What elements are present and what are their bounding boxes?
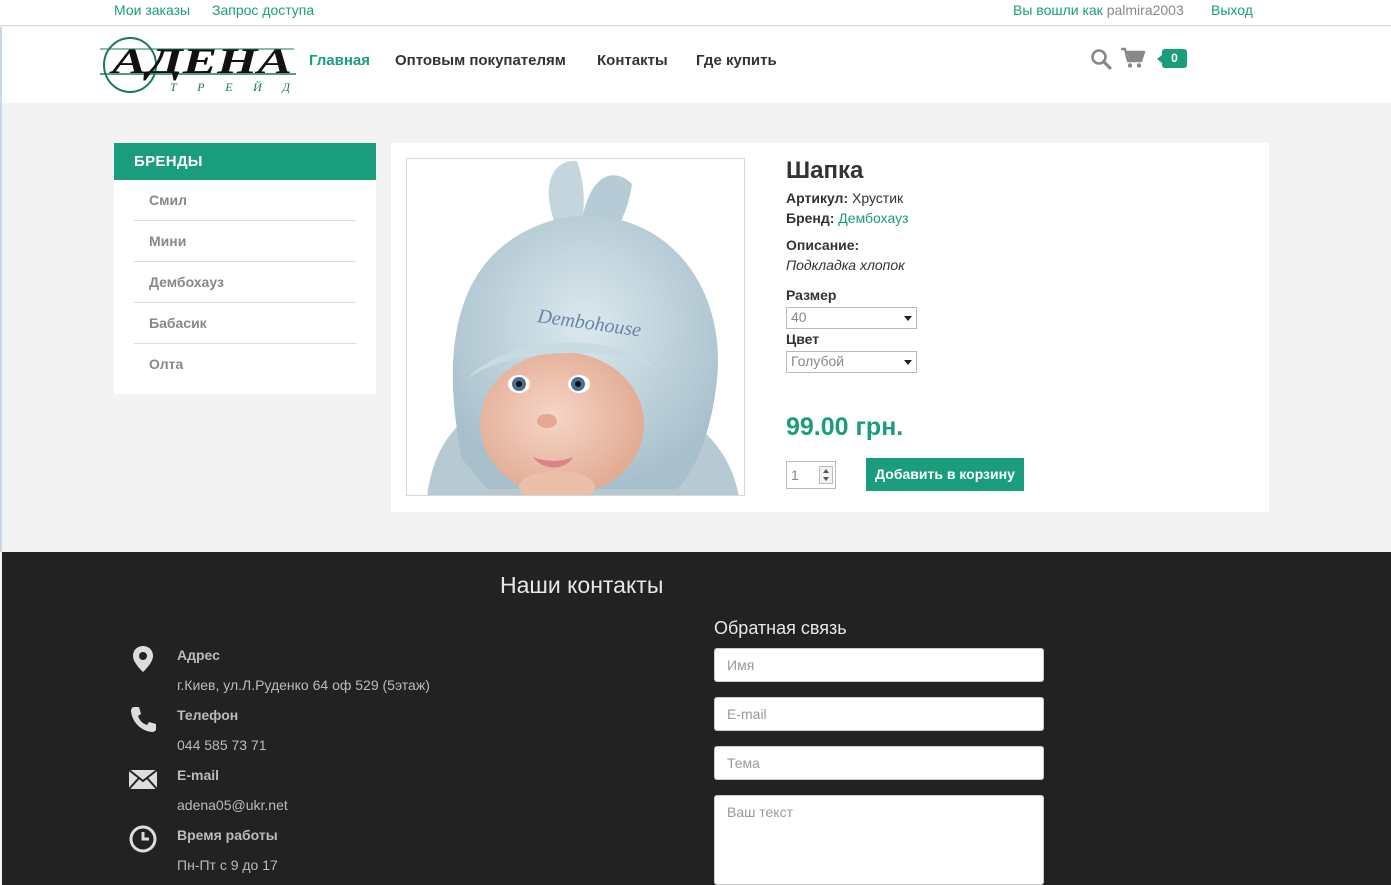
brands-sidebar: БРЕНДЫ Смил Мини Дембохауз Бабасик Олта: [114, 143, 376, 394]
phone-label: Телефон: [177, 707, 239, 723]
my-orders-link[interactable]: Мои заказы: [114, 2, 190, 18]
phone-value: 044 585 73 71: [177, 737, 267, 753]
page-edge: [0, 27, 2, 552]
product-photo[interactable]: Dembohouse: [406, 158, 745, 496]
clock-icon: [128, 824, 158, 854]
size-label: Размер: [786, 287, 837, 303]
brand-label: Бренд:: [786, 210, 835, 226]
chevron-down-icon: [904, 316, 912, 321]
username: palmira2003: [1106, 2, 1184, 18]
svg-text:АДЕНА: АДЕНА: [109, 41, 292, 81]
hours-value: Пн-Пт с 9 до 17: [177, 857, 278, 873]
email-label: E-mail: [177, 767, 220, 783]
email-value: adena05@ukr.net: [177, 797, 288, 813]
logout-link[interactable]: Выход: [1211, 2, 1253, 18]
article-label: Артикул:: [786, 190, 849, 206]
color-select[interactable]: Голубой: [786, 351, 917, 373]
phone-icon: [128, 704, 158, 734]
description-label: Описание:: [786, 237, 860, 253]
email-field[interactable]: E-mail: [714, 697, 1044, 731]
brand-item-smil[interactable]: Смил: [134, 180, 356, 221]
nav-home[interactable]: Главная: [309, 52, 370, 69]
feedback-title: Обратная связь: [714, 618, 847, 638]
nav-wholesale[interactable]: Оптовым покупателям: [395, 52, 566, 69]
name-field[interactable]: Имя: [714, 648, 1044, 682]
logged-in-status: Вы вошли как palmira2003: [1013, 2, 1184, 18]
brand-item-olta[interactable]: Олта: [134, 344, 356, 385]
brand-item-babasik[interactable]: Бабасик: [134, 303, 356, 344]
size-value: 40: [791, 309, 807, 325]
access-request-link[interactable]: Запрос доступа: [212, 2, 314, 18]
product-description: Подкладка хлопок: [786, 257, 905, 273]
product-title: Шапка: [786, 157, 864, 184]
quantity-spin-buttons[interactable]: [819, 466, 833, 484]
size-select[interactable]: 40: [786, 307, 917, 329]
top-bar: Мои заказы Запрос доступа Вы вошли как p…: [0, 0, 1391, 26]
cart-count-badge[interactable]: 0: [1157, 49, 1187, 68]
address-value: г.Киев, ул.Л.Руденко 64 оф 529 (5этаж): [177, 677, 430, 693]
product-price: 99.00 грн.: [786, 413, 904, 441]
product-card: Dembohouse Шапка Артикул: Хрустик Бренд:…: [391, 143, 1269, 512]
site-logo[interactable]: АДЕНА Т Р Е Й Д: [100, 35, 296, 95]
product-article: Артикул: Хрустик: [786, 190, 903, 206]
site-header: АДЕНА Т Р Е Й Д Главная Оптовым покупате…: [2, 27, 1391, 103]
quantity-value: 1: [791, 467, 799, 483]
article-value: Хрустик: [852, 190, 904, 206]
logged-in-prefix: Вы вошли как: [1013, 2, 1103, 18]
quantity-stepper[interactable]: 1: [786, 461, 836, 489]
subject-field[interactable]: Тема: [714, 746, 1044, 780]
search-icon[interactable]: [1090, 48, 1112, 70]
nav-contacts[interactable]: Контакты: [597, 52, 668, 69]
brand-item-dembohaus[interactable]: Дембохауз: [134, 262, 356, 303]
brand-link[interactable]: Дембохауз: [838, 210, 908, 226]
nav-where-to-buy[interactable]: Где купить: [696, 52, 777, 69]
chevron-down-icon: [904, 360, 912, 365]
color-label: Цвет: [786, 331, 820, 347]
address-label: Адрес: [177, 647, 220, 663]
color-value: Голубой: [791, 353, 845, 369]
brands-list: Смил Мини Дембохауз Бабасик Олта: [134, 180, 356, 385]
message-field[interactable]: Ваш текст: [714, 795, 1044, 885]
cart-icon[interactable]: [1120, 47, 1146, 69]
product-brand: Бренд: Дембохауз: [786, 210, 909, 226]
brands-title: БРЕНДЫ: [114, 143, 376, 180]
brand-item-mini[interactable]: Мини: [134, 221, 356, 262]
site-footer: Наши контакты Адрес г.Киев, ул.Л.Руденко…: [2, 552, 1391, 885]
map-pin-icon: [128, 644, 158, 674]
contacts-title: Наши контакты: [500, 572, 664, 598]
envelope-icon: [128, 764, 158, 794]
add-to-cart-button[interactable]: Добавить в корзину: [866, 458, 1024, 491]
hours-label: Время работы: [177, 827, 278, 843]
svg-text:Т Р Е Й Д: Т Р Е Й Д: [170, 79, 291, 94]
